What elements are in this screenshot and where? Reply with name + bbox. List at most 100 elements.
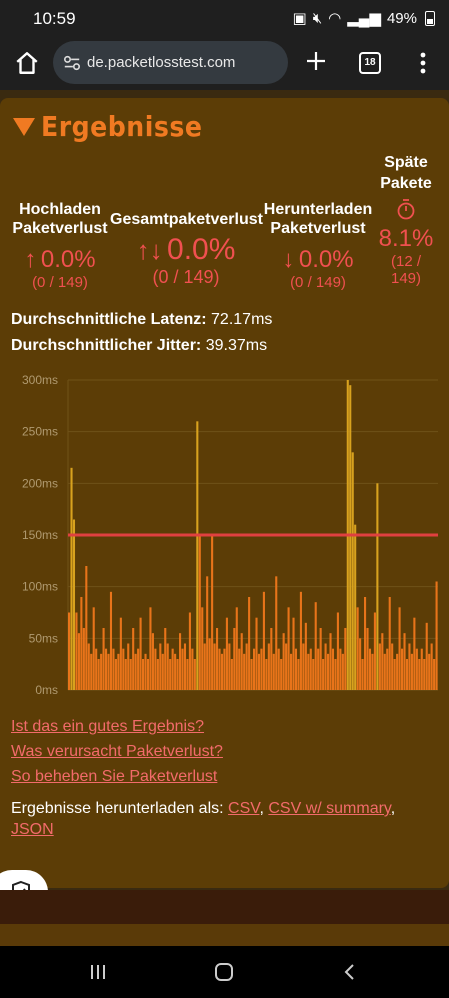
latency-bar (248, 597, 251, 690)
y-tick-label: 250ms (22, 425, 58, 439)
latency-bar (243, 653, 246, 690)
latency-bar (85, 566, 88, 690)
cause-link[interactable]: Was verursacht Paketverlust? (11, 743, 223, 761)
home-nav-icon[interactable] (214, 962, 234, 982)
collapse-triangle-icon[interactable] (13, 117, 35, 136)
latency-bar (304, 622, 307, 690)
latency-bar (124, 659, 127, 690)
latency-bar (280, 659, 283, 690)
site-settings-icon[interactable] (63, 54, 81, 72)
latency-bar (235, 607, 238, 690)
latency-bar (262, 591, 265, 690)
home-icon[interactable] (14, 50, 40, 76)
latency-bar (198, 535, 201, 690)
latency-bar (174, 653, 177, 690)
status-time: 10:59 (33, 9, 76, 28)
stat-count: (0 / 149) (290, 274, 346, 291)
latency-bar (80, 597, 83, 690)
latency-bar (253, 648, 256, 690)
latency-bar (267, 643, 270, 690)
results-header[interactable]: Ergebnisse (13, 110, 202, 143)
stat-label: Späte Pakete (380, 154, 432, 192)
battery-icon (425, 10, 435, 26)
latency-bar (257, 653, 261, 690)
latency-bar (294, 648, 298, 690)
latency-bar (275, 576, 278, 690)
mute-icon: 🔇︎ (312, 9, 323, 27)
latency-bar (151, 633, 154, 690)
late-packet-bar (196, 421, 199, 690)
recent-apps-icon[interactable] (88, 962, 108, 982)
csv-link[interactable]: CSV (228, 800, 259, 817)
down-arrow-icon: ↓ (282, 246, 295, 273)
latency-bar (364, 597, 367, 690)
latency-bar (156, 659, 159, 690)
latency-bar (223, 648, 226, 690)
latency-bar (410, 653, 413, 690)
latency-bar (292, 617, 295, 690)
latency-bar (290, 653, 293, 690)
latency-bar (146, 659, 150, 690)
page-content: Ergebnisse Hochladen Paketverlust ↑ 0.0%… (0, 90, 449, 946)
latency-label: Durchschnittliche Latenz: (11, 311, 207, 328)
fix-link[interactable]: So beheben Sie Paketverlust (11, 768, 223, 786)
latency-bar (393, 659, 396, 690)
stat-value: 8.1% (378, 225, 434, 252)
json-link[interactable]: JSON (11, 821, 54, 838)
latency-bar (371, 653, 374, 690)
latency-bar (77, 633, 80, 690)
stat-label: Hochladen Paketverlust (12, 201, 108, 237)
address-bar[interactable]: de.packetlosstest.com (53, 41, 288, 84)
jitter-label: Durchschnittlicher Jitter: (11, 337, 202, 354)
latency-bar (166, 643, 169, 690)
stat-count: (12 / 149) (390, 253, 422, 287)
latency-bar (218, 648, 221, 690)
latency-bar (134, 653, 137, 690)
back-icon[interactable] (340, 962, 360, 982)
late-packet-bar (70, 467, 73, 690)
latency-bar (112, 648, 115, 690)
latency-bar (260, 648, 263, 690)
good-result-link[interactable]: Ist das ein gutes Ergebnis? (11, 718, 223, 736)
latency-bar (319, 628, 322, 690)
latency-bar (114, 659, 117, 690)
csv-summary-link[interactable]: CSV w/ summary (268, 800, 390, 817)
y-tick-label: 150ms (22, 528, 58, 542)
latency-bar (117, 653, 120, 690)
y-tick-label: 200ms (22, 476, 58, 490)
latency-bar (129, 659, 132, 690)
late-packet-bar (72, 519, 76, 690)
latency-bar (97, 659, 100, 690)
y-tick-label: 0ms (35, 683, 58, 697)
overflow-menu-icon[interactable] (419, 52, 427, 74)
latency-bar (142, 659, 145, 690)
latency-bar (282, 633, 285, 690)
latency-bar (277, 648, 280, 690)
latency-bar (95, 648, 98, 690)
tab-switcher-button[interactable]: 18 (359, 52, 381, 74)
new-tab-icon[interactable] (304, 49, 328, 73)
latency-bar (317, 648, 320, 690)
latency-bar (107, 653, 110, 690)
latency-bar (137, 648, 140, 690)
latency-bar (425, 622, 428, 690)
stat-label: Herunterladen Paketverlust (263, 201, 373, 237)
stat-value: 0.0% (40, 246, 96, 273)
latency-bar (139, 617, 142, 690)
late-packet-bar (349, 385, 352, 690)
late-packet-bar (351, 452, 354, 690)
jitter-row: Durchschnittlicher Jitter: 39.37ms (11, 337, 267, 355)
latency-bar (90, 653, 93, 690)
latency-bar (341, 653, 344, 690)
latency-bar (388, 597, 391, 690)
latency-bar (250, 659, 253, 690)
latency-bar (391, 643, 394, 690)
latency-bar (220, 653, 224, 690)
latency-bar (154, 648, 157, 690)
latency-bar (373, 612, 376, 690)
latency-bar (361, 659, 364, 690)
latency-bar (435, 581, 438, 690)
latency-bar (302, 643, 305, 690)
latency-bar (208, 638, 211, 690)
latency-bar (386, 648, 389, 690)
